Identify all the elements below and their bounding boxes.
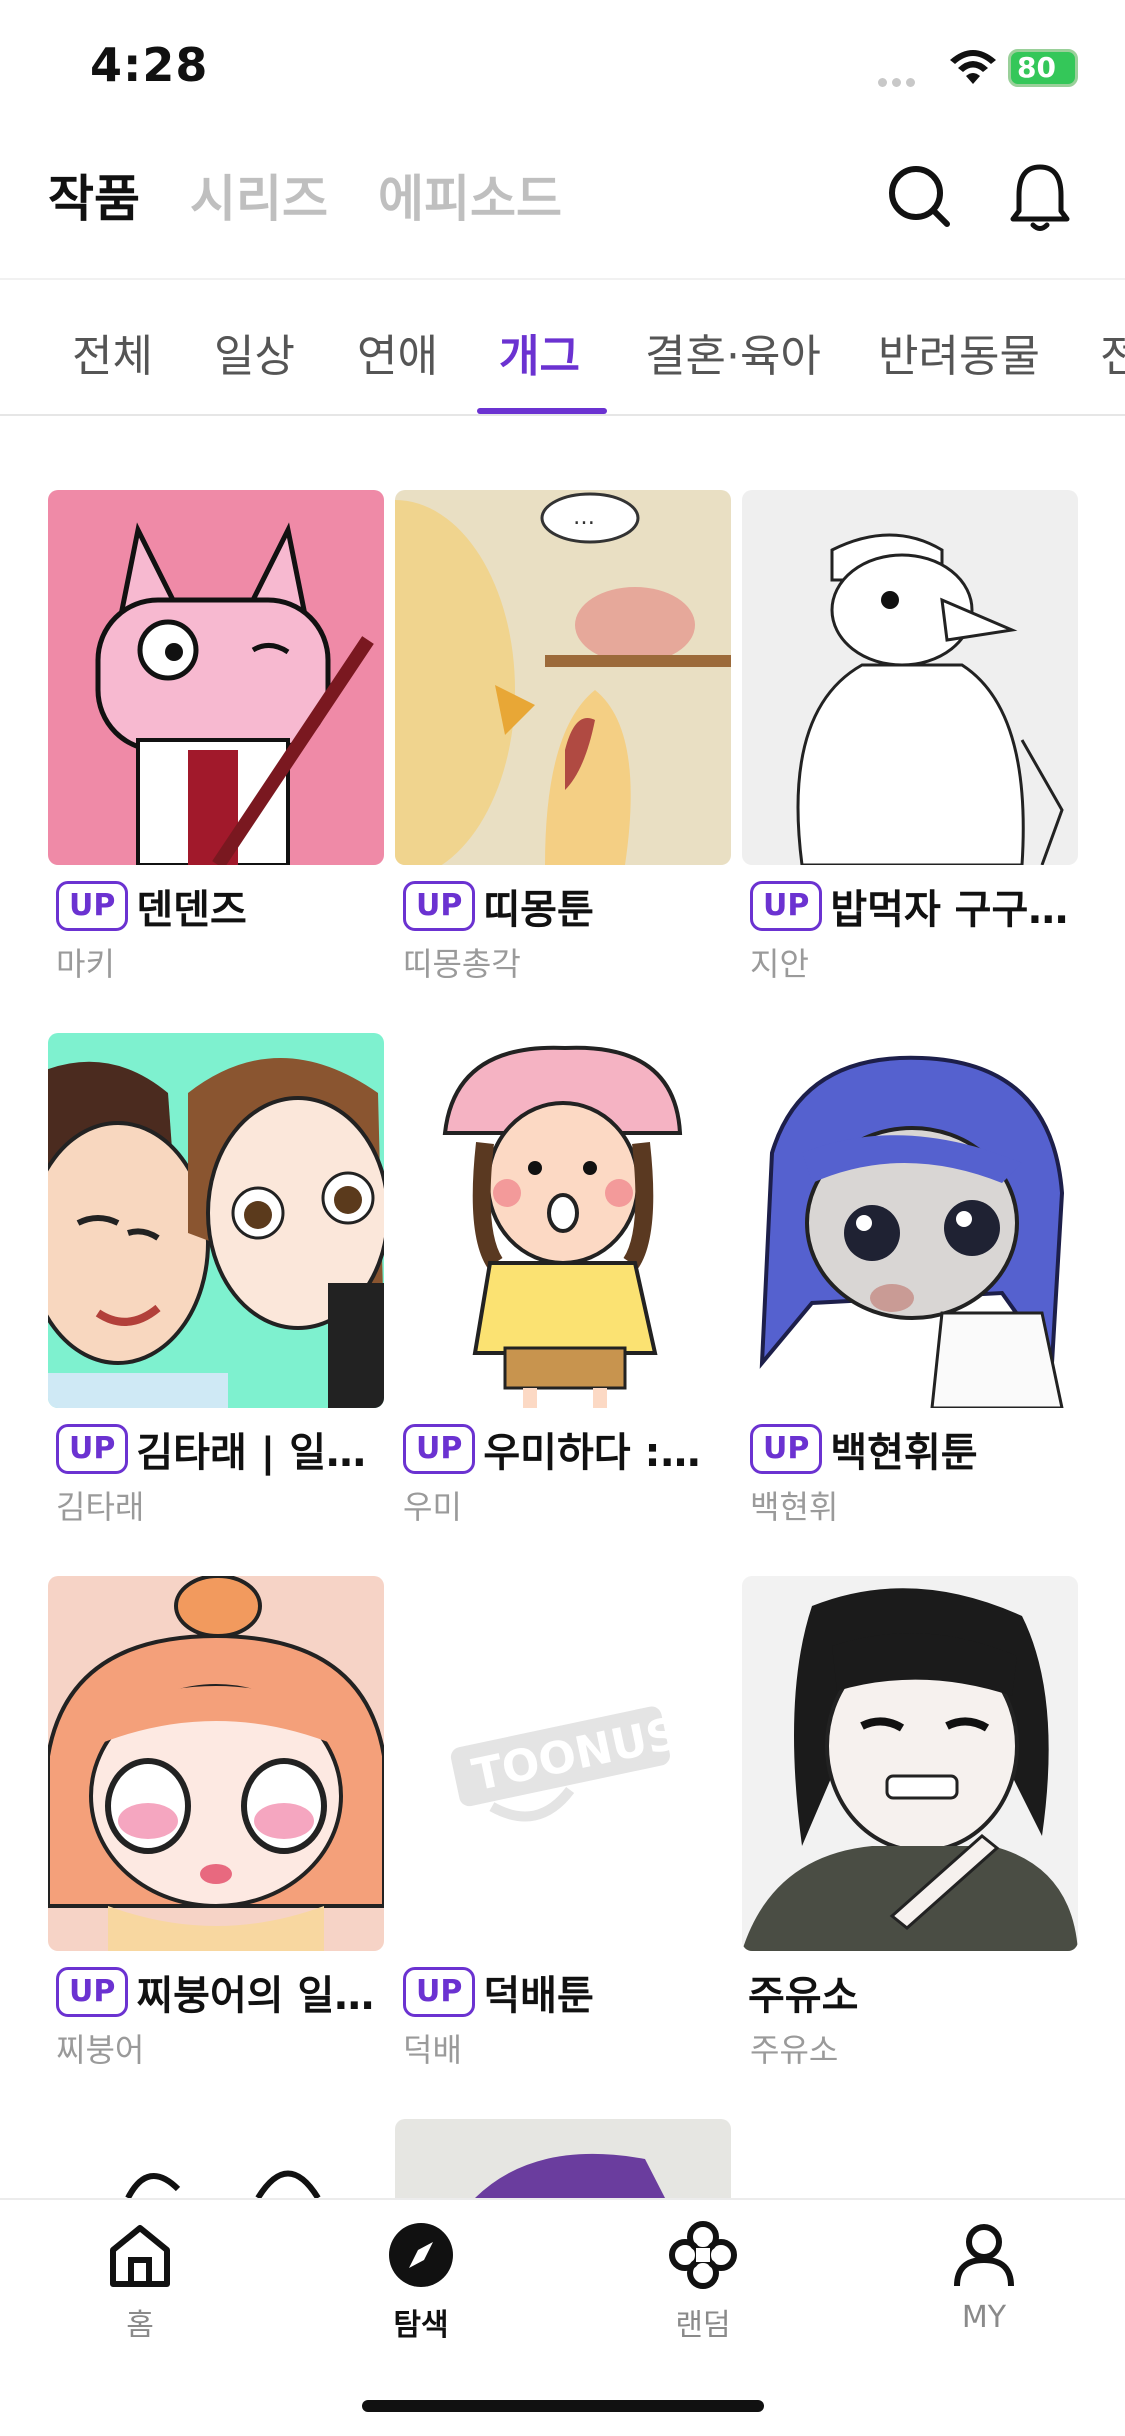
work-title: 김타래 | 일… — [136, 1430, 367, 1476]
up-badge: UP — [750, 881, 823, 931]
genre-tab-next[interactable]: 전 — [1100, 320, 1125, 384]
up-badge: UP — [750, 1424, 823, 1474]
work-thumbnail — [48, 490, 384, 865]
work-thumbnail — [48, 2119, 384, 2198]
work-thumbnail: … — [395, 490, 731, 865]
svg-text:…: … — [573, 505, 595, 530]
up-badge: UP — [403, 881, 476, 931]
nav-home[interactable]: 홈 — [70, 2220, 210, 2344]
work-title: 찌붕어의 일… — [136, 1973, 375, 2019]
search-icon[interactable] — [885, 155, 955, 235]
bell-icon[interactable] — [1005, 155, 1075, 235]
work-author: 마키 — [56, 945, 115, 983]
nav-home-label: 홈 — [126, 2308, 154, 2343]
genre-tab-romance[interactable]: 연애 — [357, 320, 438, 384]
up-badge: UP — [403, 1967, 476, 2017]
work-thumbnail — [395, 2119, 731, 2198]
work-card[interactable] — [48, 2119, 384, 2198]
status-bar: 4:28 80 — [0, 0, 1125, 140]
clover-icon — [669, 2221, 737, 2289]
wifi-icon — [950, 50, 996, 84]
work-card[interactable]: UP 백현휘툰 백현휘 — [742, 1033, 1078, 1528]
tab-series[interactable]: 시리즈 — [190, 159, 328, 231]
work-author: 김타래 — [56, 1488, 145, 1526]
work-author: 우미 — [403, 1488, 462, 1526]
work-title: 백현휘툰 — [830, 1430, 978, 1476]
genre-tab-gag[interactable]: 개그 — [499, 320, 580, 384]
work-thumbnail — [48, 1033, 384, 1408]
nav-my-label: MY — [961, 2300, 1007, 2335]
nav-explore[interactable]: 탐색 — [351, 2220, 491, 2344]
up-badge: UP — [403, 1424, 476, 1474]
home-indicator[interactable] — [362, 2400, 764, 2412]
home-icon — [110, 2225, 170, 2287]
work-title: 밥먹자 구구… — [830, 887, 1069, 933]
work-card[interactable]: UP 찌붕어의 일… 찌붕어 — [48, 1576, 384, 2071]
up-badge: UP — [56, 881, 129, 931]
nav-my[interactable]: MY — [914, 2220, 1054, 2335]
tab-episodes[interactable]: 에피소드 — [378, 159, 562, 231]
work-card[interactable]: 주유소 주유소 — [742, 1576, 1078, 2071]
compass-icon — [389, 2223, 453, 2287]
nav-explore-label: 탐색 — [393, 2308, 449, 2343]
battery-indicator: 80 — [1008, 49, 1078, 87]
genre-tabs: 전체 일상 연애 개그 결혼·육아 반려동물 전 — [0, 280, 1125, 416]
person-icon — [954, 2224, 1014, 2287]
work-title: 덴덴즈 — [136, 887, 247, 933]
up-badge: UP — [56, 1967, 129, 2017]
work-author: 백현휘 — [750, 1488, 839, 1526]
work-title: 우미하다 :… — [483, 1430, 701, 1476]
genre-tab-marriage-parenting[interactable]: 결혼·육아 — [645, 320, 821, 384]
work-author: 지안 — [750, 945, 809, 983]
work-title: 덕배툰 — [483, 1973, 594, 2019]
work-thumbnail: TOONUS — [395, 1576, 731, 1951]
work-title: 띠몽툰 — [483, 887, 594, 933]
work-thumbnail — [395, 1033, 731, 1408]
signal-dots-icon — [878, 72, 934, 87]
nav-random-label: 랜덤 — [675, 2308, 731, 2343]
work-thumbnail — [742, 1033, 1078, 1408]
nav-random[interactable]: 랜덤 — [633, 2220, 773, 2344]
genre-tab-all[interactable]: 전체 — [72, 320, 153, 384]
work-card[interactable]: UP 밥먹자 구구… 지안 — [742, 490, 1078, 985]
work-author: 찌붕어 — [56, 2031, 145, 2069]
genre-tab-pets[interactable]: 반려동물 — [878, 320, 1040, 384]
work-thumbnail — [48, 1576, 384, 1951]
work-thumbnail — [742, 1576, 1078, 1951]
work-card[interactable]: UP 덴덴즈 마키 — [48, 490, 384, 985]
work-card[interactable]: UP 우미하다 :… 우미 — [395, 1033, 731, 1528]
work-author: 띠몽총각 — [403, 945, 521, 983]
work-author: 주유소 — [750, 2031, 839, 2069]
work-card[interactable]: TOONUS UP 덕배툰 덕배 — [395, 1576, 731, 2071]
work-thumbnail — [742, 490, 1078, 865]
up-badge: UP — [56, 1424, 129, 1474]
work-author: 덕배 — [403, 2031, 462, 2069]
work-card[interactable]: … UP 띠몽툰 띠몽총각 — [395, 490, 731, 985]
tab-works[interactable]: 작품 — [48, 159, 140, 231]
genre-divider — [0, 414, 1125, 416]
status-time: 4:28 — [90, 38, 209, 92]
work-title: 주유소 — [748, 1973, 859, 2019]
genre-tab-daily[interactable]: 일상 — [214, 320, 295, 384]
work-card[interactable]: UP 김타래 | 일… 김타래 — [48, 1033, 384, 1528]
work-card[interactable] — [395, 2119, 731, 2198]
content-type-tabs: 작품 시리즈 에피소드 — [48, 155, 562, 235]
